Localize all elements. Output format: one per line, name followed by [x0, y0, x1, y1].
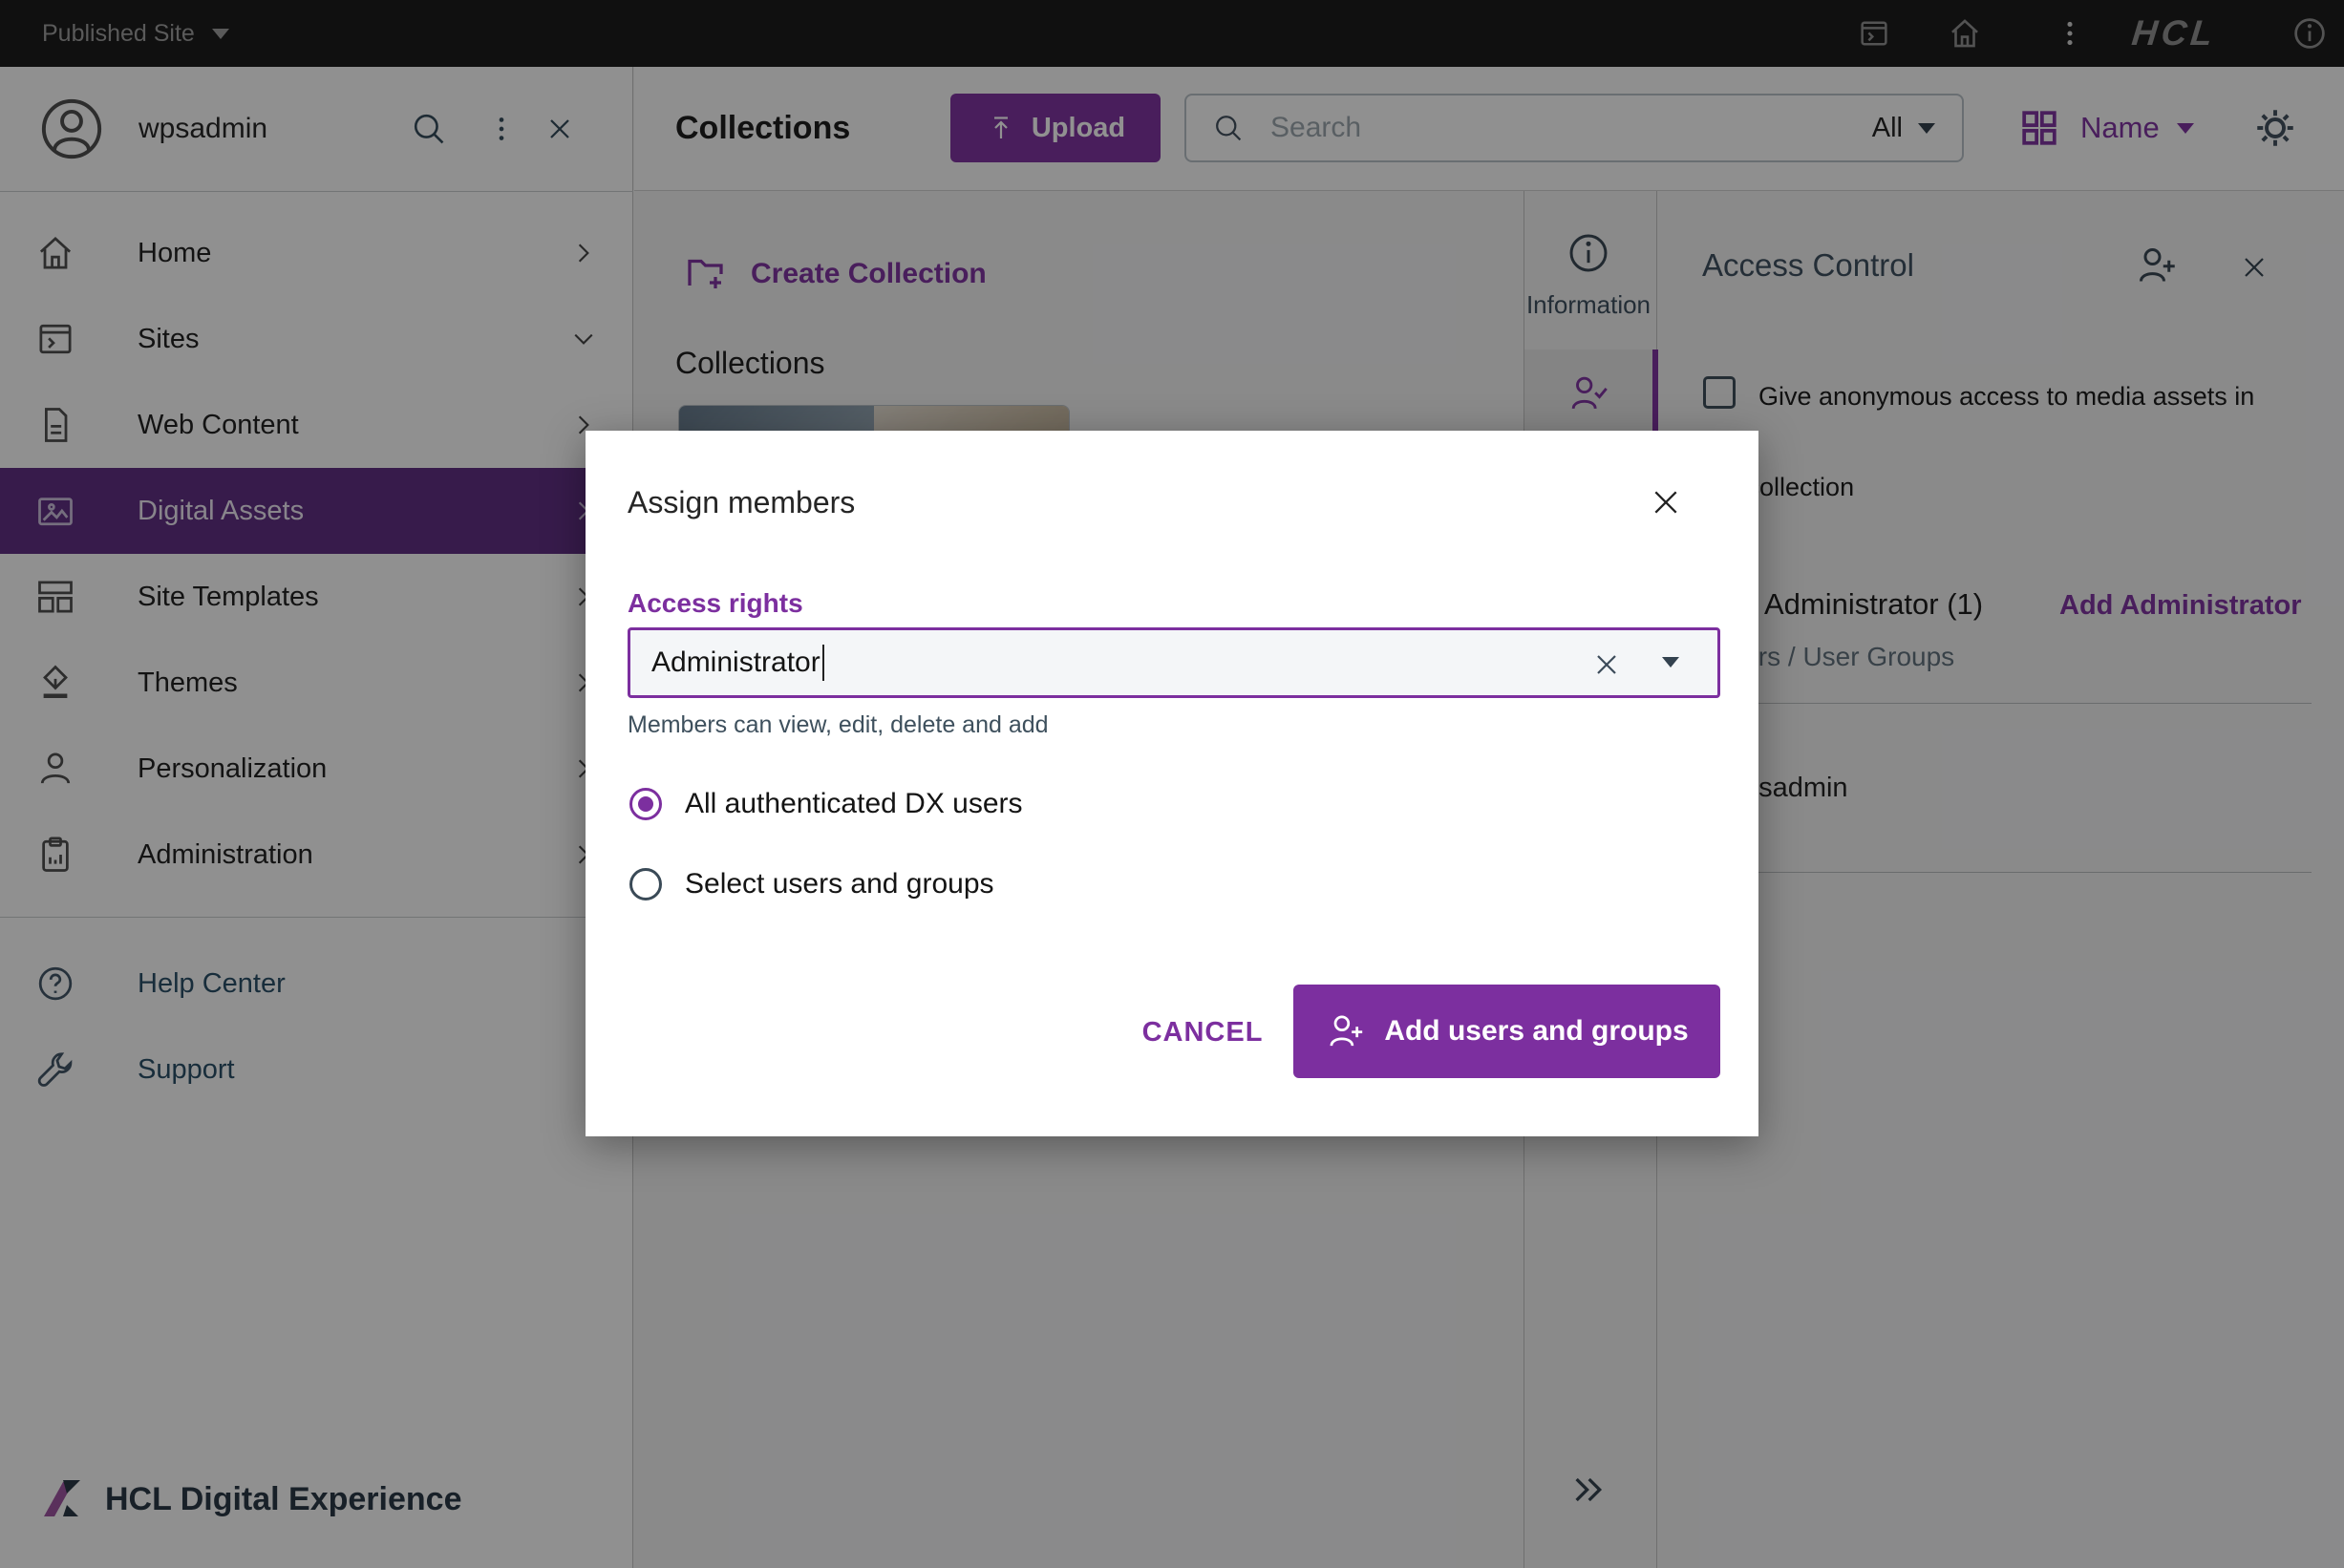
access-rights-combobox[interactable]: Administrator	[628, 627, 1720, 698]
access-rights-helper-text: Members can view, edit, delete and add	[628, 711, 1049, 739]
assign-members-modal: Assign members Access rights Administrat…	[586, 431, 1758, 1136]
access-rights-label: Access rights	[628, 588, 803, 619]
add-users-groups-button[interactable]: Add users and groups	[1293, 985, 1720, 1078]
access-rights-value: Administrator	[651, 646, 820, 679]
text-cursor	[822, 645, 824, 681]
radio-select-users-groups[interactable]: Select users and groups	[629, 852, 994, 917]
radio-button	[629, 868, 662, 901]
radio-button	[629, 788, 662, 820]
dropdown-caret-icon[interactable]	[1662, 657, 1679, 667]
modal-close-button[interactable]	[1648, 469, 1684, 536]
modal-title: Assign members	[628, 485, 855, 520]
person-plus-icon	[1325, 1010, 1367, 1052]
radio-all-authenticated-users[interactable]: All authenticated DX users	[629, 772, 1023, 837]
close-icon	[1648, 484, 1684, 520]
cancel-button[interactable]: CANCEL	[1126, 999, 1279, 1066]
clear-field-button[interactable]	[1589, 647, 1624, 682]
add-users-groups-label: Add users and groups	[1384, 1015, 1688, 1048]
